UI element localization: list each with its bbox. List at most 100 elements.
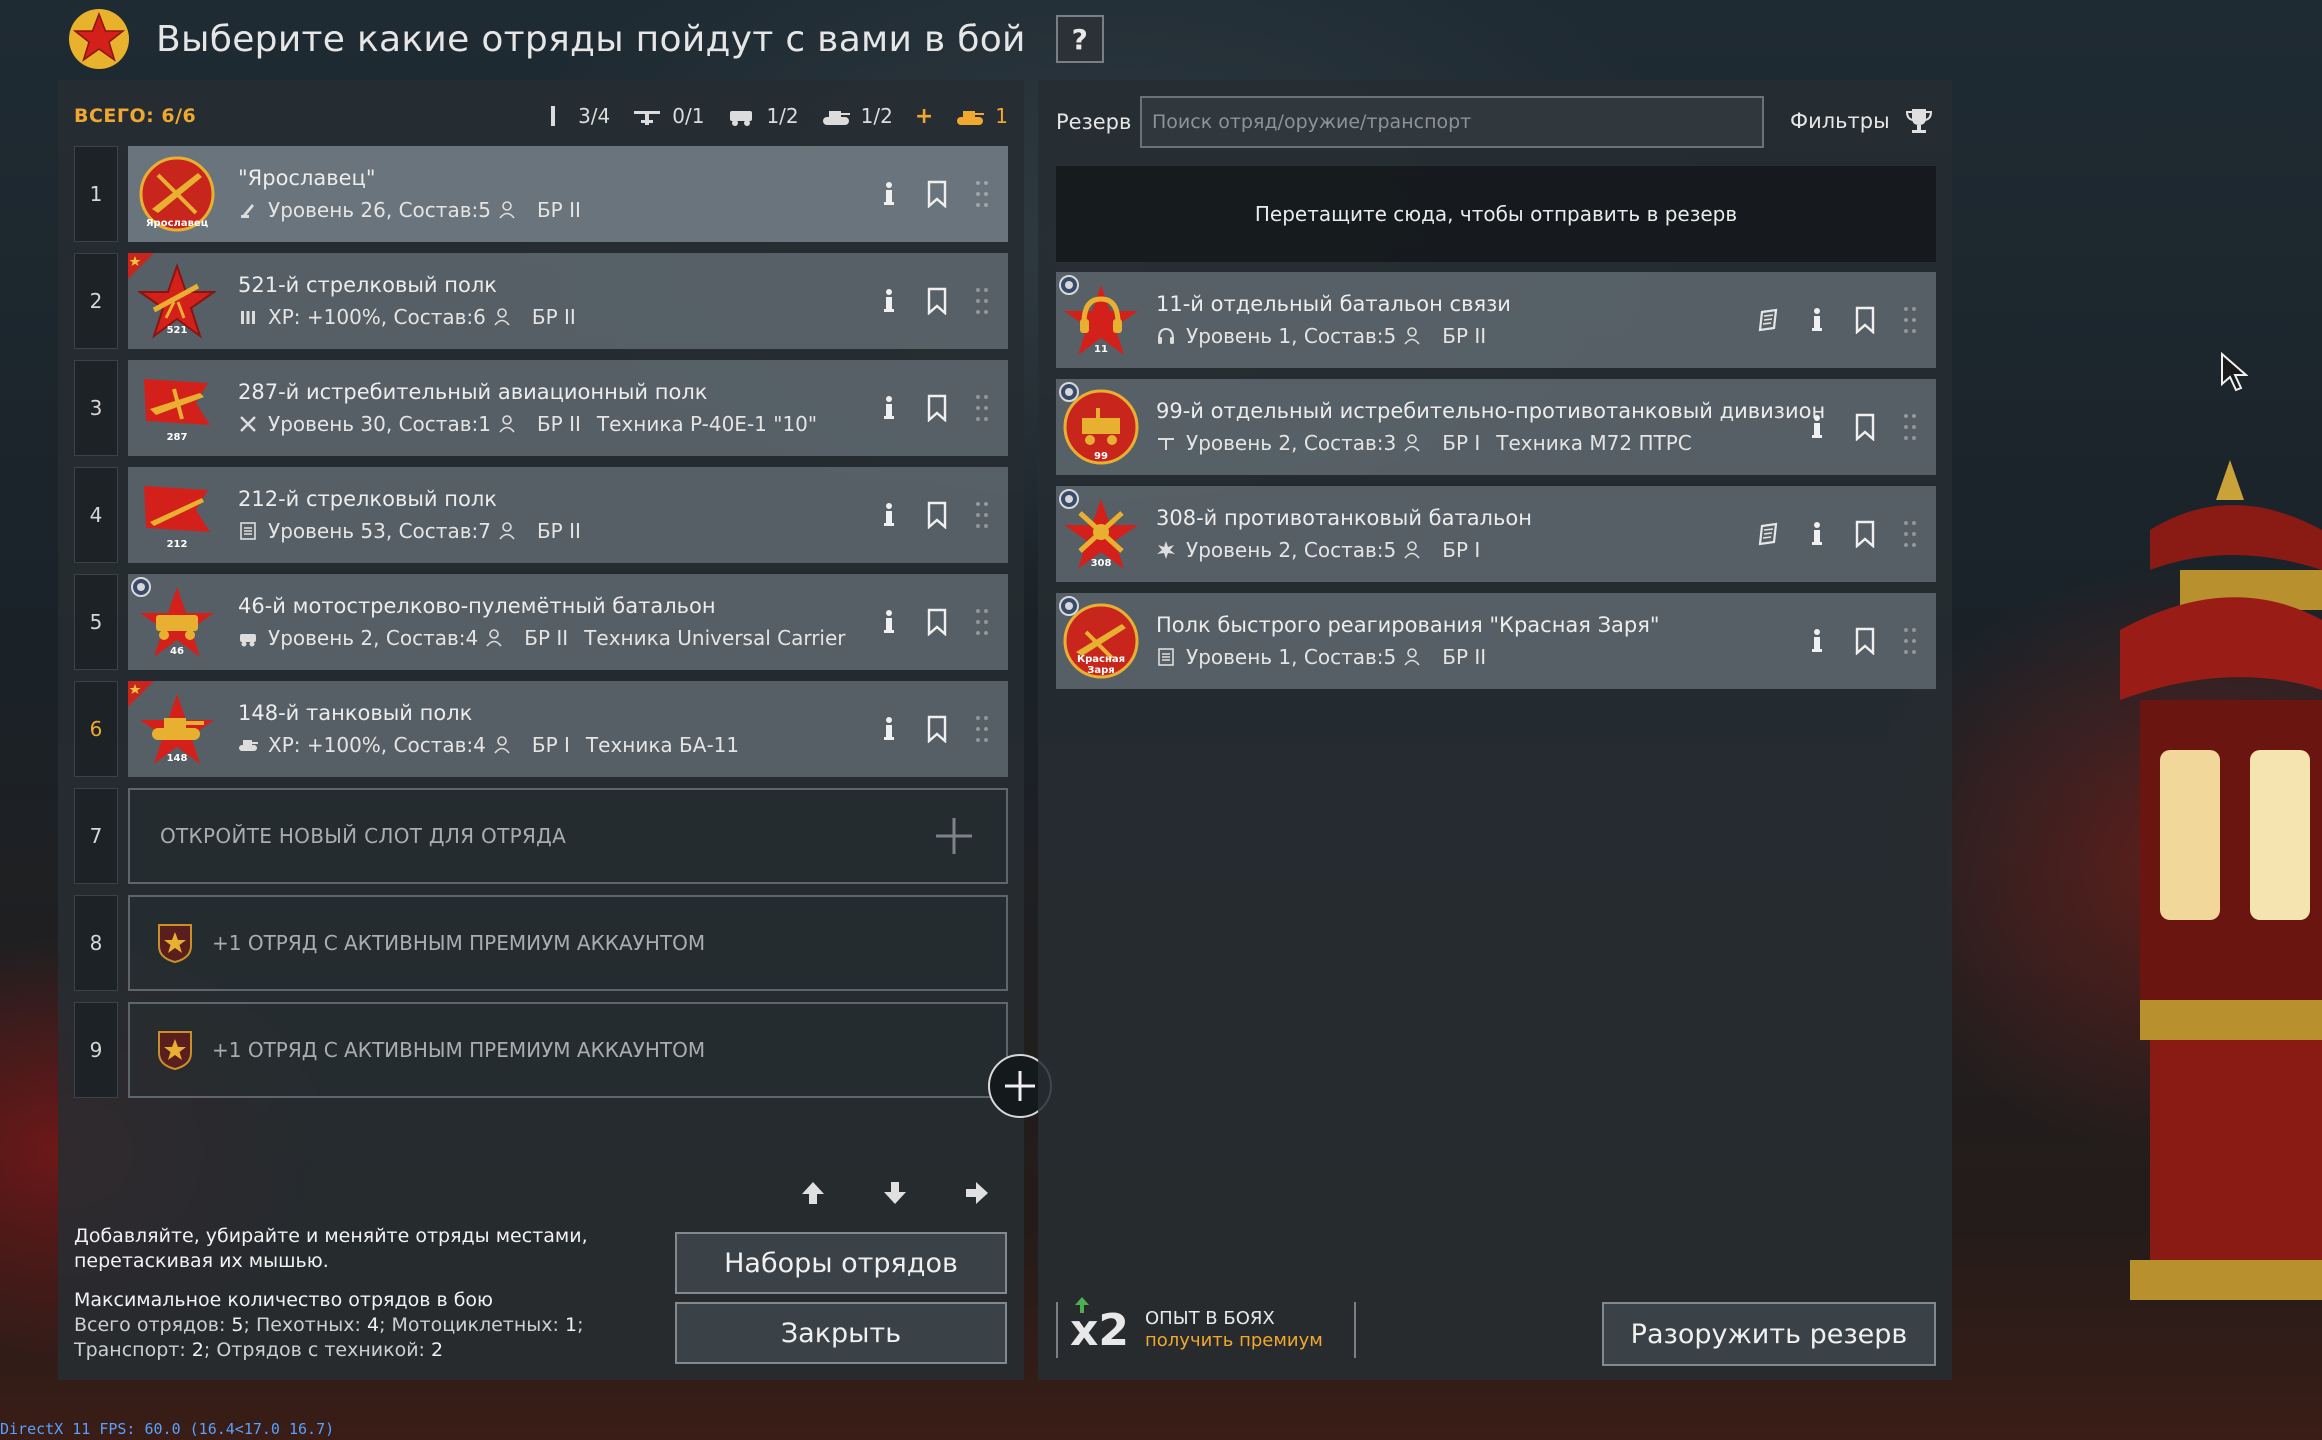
reserve-squad-card[interactable]: 308 308-й противотанковый батальон Урове… xyxy=(1056,486,1936,582)
arrow-up-icon xyxy=(1075,1296,1089,1313)
squad-name: 287-й истребительный авиационный полк xyxy=(238,380,708,404)
squad-card[interactable]: 287 287-й истребительный авиационный пол… xyxy=(128,360,1008,456)
open-slot-button[interactable]: ОТКРОЙТЕ НОВЫЙ СЛОТ ДЛЯ ОТРЯДА xyxy=(128,788,1008,884)
bookmark-icon[interactable] xyxy=(926,714,948,744)
limits-value: 5 xyxy=(231,1314,244,1336)
squad-emblem: 521 xyxy=(136,262,218,340)
bookmark-icon[interactable] xyxy=(926,286,948,316)
premium-slot[interactable]: 9 +1 ОТРЯД С АКТИВНЫМ ПРЕМИУМ АККАУНТОМ xyxy=(74,1002,1008,1098)
bookmark-icon[interactable] xyxy=(1854,626,1876,656)
bookmark-icon[interactable] xyxy=(926,179,948,209)
squad-card[interactable]: Ярославец "Ярославец" Уровень 26, Состав… xyxy=(128,146,1008,242)
premium-slot-card[interactable]: +1 ОТРЯД С АКТИВНЫМ ПРЕМИУМ АККАУНТОМ xyxy=(128,1002,1008,1098)
slot-number: 4 xyxy=(74,467,118,563)
drag-handle-icon[interactable] xyxy=(1902,625,1918,657)
bookmark-icon[interactable] xyxy=(926,500,948,530)
info-icon[interactable] xyxy=(878,179,900,209)
soldier-icon xyxy=(1404,434,1420,452)
info-icon[interactable] xyxy=(1806,412,1828,442)
info-icon[interactable] xyxy=(1806,519,1828,549)
info-icon[interactable] xyxy=(878,714,900,744)
bookmark-icon[interactable] xyxy=(1854,412,1876,442)
info-icon[interactable] xyxy=(1806,626,1828,656)
battle-rating: БР I xyxy=(1442,431,1481,455)
premium-slot-label: +1 ОТРЯД С АКТИВНЫМ ПРЕМИУМ АККАУНТОМ xyxy=(212,931,706,955)
squad-card[interactable]: 212 212-й стрелковый полк Уровень 53, Со… xyxy=(128,467,1008,563)
squad-vehicle: Техника M72 ПТРС xyxy=(1496,431,1692,455)
squad-card[interactable]: 46 46-й мотострелково-пулемётный батальо… xyxy=(128,574,1008,670)
squad-card[interactable]: 148 148-й танковый полк XP: +100%, Соста… xyxy=(128,681,1008,777)
squad-meta: Уровень 2, Состав:4 БР II Техника Univer… xyxy=(238,626,846,650)
info-icon[interactable] xyxy=(878,393,900,423)
exp-title: ОПЫТ В БОЯХ xyxy=(1145,1308,1275,1329)
drag-handle-icon[interactable] xyxy=(1902,518,1918,550)
bookmark-icon[interactable] xyxy=(1854,305,1876,335)
info-icon[interactable] xyxy=(1806,305,1828,335)
drag-handle-icon[interactable] xyxy=(974,285,990,317)
squad-meta: XP: +100%, Состав:4 БР I Техника БА-11 xyxy=(238,733,739,757)
filters-label: Фильтры xyxy=(1790,109,1890,133)
book-icon[interactable] xyxy=(1758,519,1780,549)
bookmark-icon[interactable] xyxy=(926,393,948,423)
headphones-icon xyxy=(1158,327,1174,344)
squad-card[interactable]: 521 521-й стрелковый полк XP: +100%, Сос… xyxy=(128,253,1008,349)
vehicle-icon xyxy=(730,111,753,126)
squad-slot[interactable]: 5 46 46-й мотострелково-пулемётный батал… xyxy=(74,574,1008,670)
limits-line-1: Всего отрядов: 5; Пехотных: 4; Мотоцикле… xyxy=(74,1313,634,1338)
squad-emblem: 308 xyxy=(1062,495,1140,573)
book-icon[interactable] xyxy=(1758,305,1780,335)
empty-slot[interactable]: 7 ОТКРОЙТЕ НОВЫЙ СЛОТ ДЛЯ ОТРЯДА xyxy=(74,788,1008,884)
stat-tank: 1/2 xyxy=(821,104,893,128)
info-icon[interactable] xyxy=(878,286,900,316)
info-icon[interactable] xyxy=(878,607,900,637)
soldier-icon xyxy=(494,308,510,326)
search-input[interactable] xyxy=(1140,96,1764,148)
drag-handle-icon[interactable] xyxy=(974,499,990,531)
slot-number: 7 xyxy=(74,788,118,884)
squad-slot[interactable]: 4 212 212-й стрелковый полк Уровень 53, … xyxy=(74,467,1008,563)
reserve-squad-card[interactable]: 11 11-й отдельный батальон связи Уровень… xyxy=(1056,272,1936,368)
slot-number: 9 xyxy=(74,1002,118,1098)
limits-text: ; Отрядов с техникой: xyxy=(203,1339,431,1361)
bookmark-icon[interactable] xyxy=(1854,519,1876,549)
arrow-down-icon[interactable] xyxy=(880,1178,910,1208)
squad-sets-button[interactable]: Наборы отрядов xyxy=(675,1232,1007,1294)
slot-number: 8 xyxy=(74,895,118,991)
slot-number: 6 xyxy=(74,681,118,777)
filters-button[interactable]: Фильтры xyxy=(1790,106,1934,136)
squad-emblem: Ярославец xyxy=(138,155,216,233)
reserve-squad-card[interactable]: Красная Заря Полк быстрого реагирования … xyxy=(1056,593,1936,689)
drag-handle-icon[interactable] xyxy=(974,392,990,424)
bookmark-icon[interactable] xyxy=(926,607,948,637)
squad-name: 212-й стрелковый полк xyxy=(238,487,497,511)
reserve-dropzone[interactable]: Перетащите сюда, чтобы отправить в резер… xyxy=(1056,166,1936,262)
slot-number: 1 xyxy=(74,146,118,242)
squad-name: 46-й мотострелково-пулемётный батальон xyxy=(238,594,716,618)
drag-handle-icon[interactable] xyxy=(1902,304,1918,336)
squad-slot[interactable]: 3 287 287-й истребительный авиационный п… xyxy=(74,360,1008,456)
drag-handle-icon[interactable] xyxy=(974,713,990,745)
premium-exp-promo[interactable]: x2 ОПЫТ В БОЯХ получить премиум xyxy=(1056,1296,1356,1358)
reserve-squad-card[interactable]: 99 99-й отдельный истребительно-противот… xyxy=(1056,379,1936,475)
arrow-up-icon[interactable] xyxy=(798,1178,828,1208)
squad-slot[interactable]: 1 Ярославец "Ярославец" Уровень 26, Сост… xyxy=(74,146,1008,242)
close-button[interactable]: Закрыть xyxy=(675,1302,1007,1364)
drag-handle-icon[interactable] xyxy=(974,606,990,638)
premium-slot[interactable]: 8 +1 ОТРЯД С АКТИВНЫМ ПРЕМИУМ АККАУНТОМ xyxy=(74,895,1008,991)
info-icon[interactable] xyxy=(878,500,900,530)
disarm-reserve-button[interactable]: Разоружить резерв xyxy=(1602,1302,1936,1366)
premium-slot-card[interactable]: +1 ОТРЯД С АКТИВНЫМ ПРЕМИУМ АККАУНТОМ xyxy=(128,895,1008,991)
drag-handle-icon[interactable] xyxy=(974,178,990,210)
arrow-right-icon[interactable] xyxy=(962,1178,992,1208)
battle-rating: БР II xyxy=(1442,645,1487,669)
squad-name: Полк быстрого реагирования "Красная Заря… xyxy=(1156,613,1660,637)
squad-vehicle: Техника БА-11 xyxy=(585,733,740,757)
drag-handle-icon[interactable] xyxy=(1902,411,1918,443)
get-premium-link[interactable]: получить премиум xyxy=(1145,1330,1323,1352)
squad-slot[interactable]: 2 521 521-й стрелковый полк XP: +100%, С… xyxy=(74,253,1008,349)
help-button[interactable]: ? xyxy=(1055,15,1104,63)
premium-slot-label: +1 ОТРЯД С АКТИВНЫМ ПРЕМИУМ АККАУНТОМ xyxy=(212,1038,706,1062)
squad-slots: 1 Ярославец "Ярославец" Уровень 26, Сост… xyxy=(74,146,1008,1109)
squad-slot[interactable]: 6 148 148-й танковый полк XP: +100%, Сос… xyxy=(74,681,1008,777)
stat-premium-tank: 1 xyxy=(955,104,1008,128)
